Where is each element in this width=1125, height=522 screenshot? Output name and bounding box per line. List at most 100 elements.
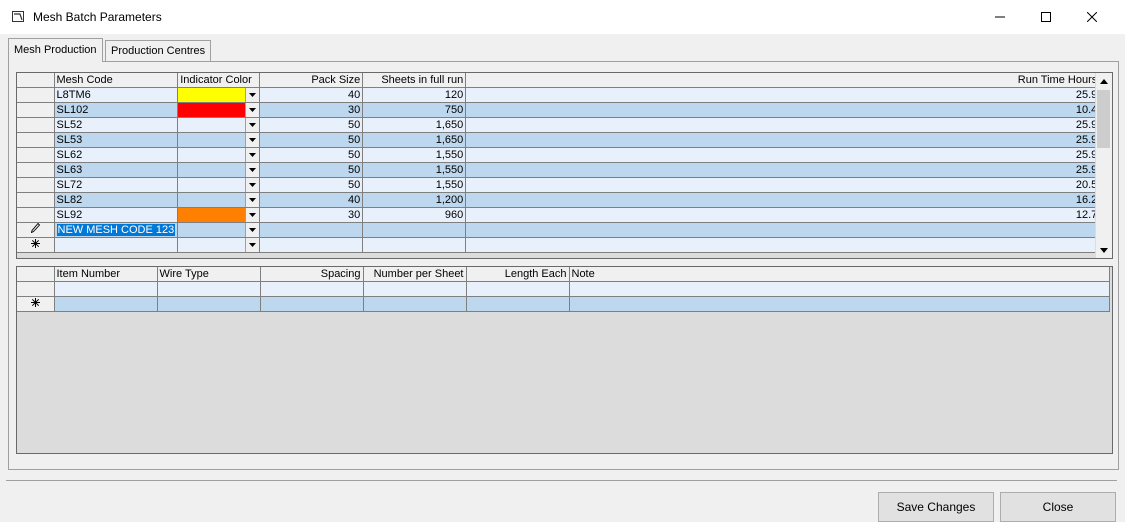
col-header-note[interactable]: Note xyxy=(569,267,1110,282)
cell-run-time[interactable]: 25.9 xyxy=(465,147,1101,163)
mesh-grid[interactable]: Mesh Code Indicator Color Pack Size Shee… xyxy=(16,72,1113,259)
cell-number-per-sheet[interactable] xyxy=(363,296,467,312)
row-header[interactable] xyxy=(17,177,55,193)
mesh-grid-scrollbar[interactable] xyxy=(1095,73,1112,258)
cell-mesh-code[interactable]: L8TM6 xyxy=(54,87,179,103)
cell-sheets[interactable]: 120 xyxy=(362,87,467,103)
cell-item-number[interactable] xyxy=(54,296,158,312)
table-row[interactable]: SL102 30 750 10.4 xyxy=(17,102,1101,118)
cell-mesh-code-editing[interactable]: NEW MESH CODE 123 xyxy=(54,222,179,238)
save-changes-button[interactable]: Save Changes xyxy=(878,492,994,522)
color-dropdown-button[interactable] xyxy=(245,163,259,177)
cell-run-time[interactable]: 10.4 xyxy=(465,102,1101,118)
row-header[interactable] xyxy=(17,192,55,208)
minimize-button[interactable] xyxy=(977,0,1023,34)
cell-run-time[interactable] xyxy=(465,222,1101,238)
cell-mesh-code[interactable]: SL72 xyxy=(54,177,179,193)
table-row[interactable]: SL82 40 1,200 16.2 xyxy=(17,192,1101,208)
cell-pack-size[interactable]: 50 xyxy=(259,147,364,163)
cell-mesh-code[interactable]: SL53 xyxy=(54,132,179,148)
color-dropdown-button[interactable] xyxy=(245,88,259,102)
color-dropdown-button[interactable] xyxy=(245,148,259,162)
tab-mesh-production[interactable]: Mesh Production xyxy=(8,38,103,62)
cell-indicator-color[interactable] xyxy=(177,207,261,223)
col-header-mesh-code[interactable]: Mesh Code xyxy=(54,73,179,88)
col-header-indicator-color[interactable]: Indicator Color xyxy=(177,73,261,88)
color-dropdown-button[interactable] xyxy=(245,118,259,132)
col-header-sheets[interactable]: Sheets in full run xyxy=(362,73,467,88)
cell-indicator-color[interactable] xyxy=(177,222,261,238)
new-row[interactable] xyxy=(17,296,1110,312)
tab-production-centres[interactable]: Production Centres xyxy=(105,40,212,61)
new-row[interactable] xyxy=(17,237,1101,253)
color-dropdown-button[interactable] xyxy=(245,178,259,192)
close-window-button[interactable] xyxy=(1069,0,1115,34)
color-dropdown-button[interactable] xyxy=(245,238,259,252)
row-header[interactable] xyxy=(17,162,55,178)
cell-run-time[interactable]: 12.7 xyxy=(465,207,1101,223)
cell-mesh-code[interactable] xyxy=(54,237,179,253)
editing-row[interactable]: NEW MESH CODE 123 xyxy=(17,222,1101,238)
cell-sheets[interactable]: 1,550 xyxy=(362,147,467,163)
col-header-spacing[interactable]: Spacing xyxy=(260,267,364,282)
cell-number-per-sheet[interactable] xyxy=(363,281,467,297)
cell-sheets[interactable]: 1,650 xyxy=(362,117,467,133)
col-header-length-each[interactable]: Length Each xyxy=(466,267,570,282)
scroll-thumb[interactable] xyxy=(1097,90,1110,148)
cell-indicator-color[interactable] xyxy=(177,102,261,118)
row-header-new[interactable] xyxy=(17,237,55,253)
cell-wire-type[interactable] xyxy=(157,281,261,297)
table-row[interactable]: SL72 50 1,550 20.5 xyxy=(17,177,1101,193)
col-header-run-time[interactable]: Run Time Hours xyxy=(465,73,1101,88)
cell-pack-size[interactable]: 50 xyxy=(259,132,364,148)
table-row[interactable]: L8TM6 40 120 25.9 xyxy=(17,87,1101,103)
col-header-pack-size[interactable]: Pack Size xyxy=(259,73,364,88)
color-dropdown-button[interactable] xyxy=(245,103,259,117)
cell-sheets[interactable]: 1,650 xyxy=(362,132,467,148)
cell-mesh-code[interactable]: SL63 xyxy=(54,162,179,178)
table-row[interactable]: SL53 50 1,650 25.9 xyxy=(17,132,1101,148)
cell-pack-size[interactable]: 50 xyxy=(259,162,364,178)
cell-indicator-color[interactable] xyxy=(177,177,261,193)
row-header[interactable] xyxy=(17,102,55,118)
color-dropdown-button[interactable] xyxy=(245,208,259,222)
col-header-wire-type[interactable]: Wire Type xyxy=(157,267,261,282)
cell-note[interactable] xyxy=(569,281,1110,297)
cell-run-time[interactable]: 25.9 xyxy=(465,162,1101,178)
cell-indicator-color[interactable] xyxy=(177,147,261,163)
row-header-editing[interactable] xyxy=(17,222,55,238)
cell-item-number[interactable] xyxy=(54,281,158,297)
cell-indicator-color[interactable] xyxy=(177,117,261,133)
cell-pack-size[interactable]: 50 xyxy=(259,117,364,133)
cell-note[interactable] xyxy=(569,296,1110,312)
cell-indicator-color[interactable] xyxy=(177,162,261,178)
color-dropdown-button[interactable] xyxy=(245,223,259,237)
table-row[interactable]: SL62 50 1,550 25.9 xyxy=(17,147,1101,163)
maximize-button[interactable] xyxy=(1023,0,1069,34)
cell-spacing[interactable] xyxy=(260,281,364,297)
close-button[interactable]: Close xyxy=(1000,492,1116,522)
table-row[interactable]: SL92 30 960 12.7 xyxy=(17,207,1101,223)
table-row[interactable]: SL52 50 1,650 25.9 xyxy=(17,117,1101,133)
cell-pack-size[interactable] xyxy=(259,222,364,238)
cell-run-time[interactable]: 25.9 xyxy=(465,87,1101,103)
scroll-down-button[interactable] xyxy=(1096,242,1112,258)
cell-length-each[interactable] xyxy=(466,296,570,312)
cell-mesh-code[interactable]: SL92 xyxy=(54,207,179,223)
cell-sheets[interactable] xyxy=(362,237,467,253)
col-header-number-per-sheet[interactable]: Number per Sheet xyxy=(363,267,467,282)
cell-indicator-color[interactable] xyxy=(177,192,261,208)
cell-sheets[interactable]: 750 xyxy=(362,102,467,118)
cell-sheets[interactable]: 960 xyxy=(362,207,467,223)
cell-mesh-code[interactable]: SL62 xyxy=(54,147,179,163)
cell-pack-size[interactable]: 40 xyxy=(259,87,364,103)
cell-run-time[interactable]: 25.9 xyxy=(465,117,1101,133)
row-header[interactable] xyxy=(17,117,55,133)
row-header[interactable] xyxy=(17,207,55,223)
cell-pack-size[interactable]: 40 xyxy=(259,192,364,208)
cell-pack-size[interactable]: 50 xyxy=(259,177,364,193)
item-grid[interactable]: Item Number Wire Type Spacing Number per… xyxy=(16,266,1113,454)
row-header[interactable] xyxy=(17,87,55,103)
cell-mesh-code[interactable]: SL52 xyxy=(54,117,179,133)
cell-sheets[interactable] xyxy=(362,222,467,238)
